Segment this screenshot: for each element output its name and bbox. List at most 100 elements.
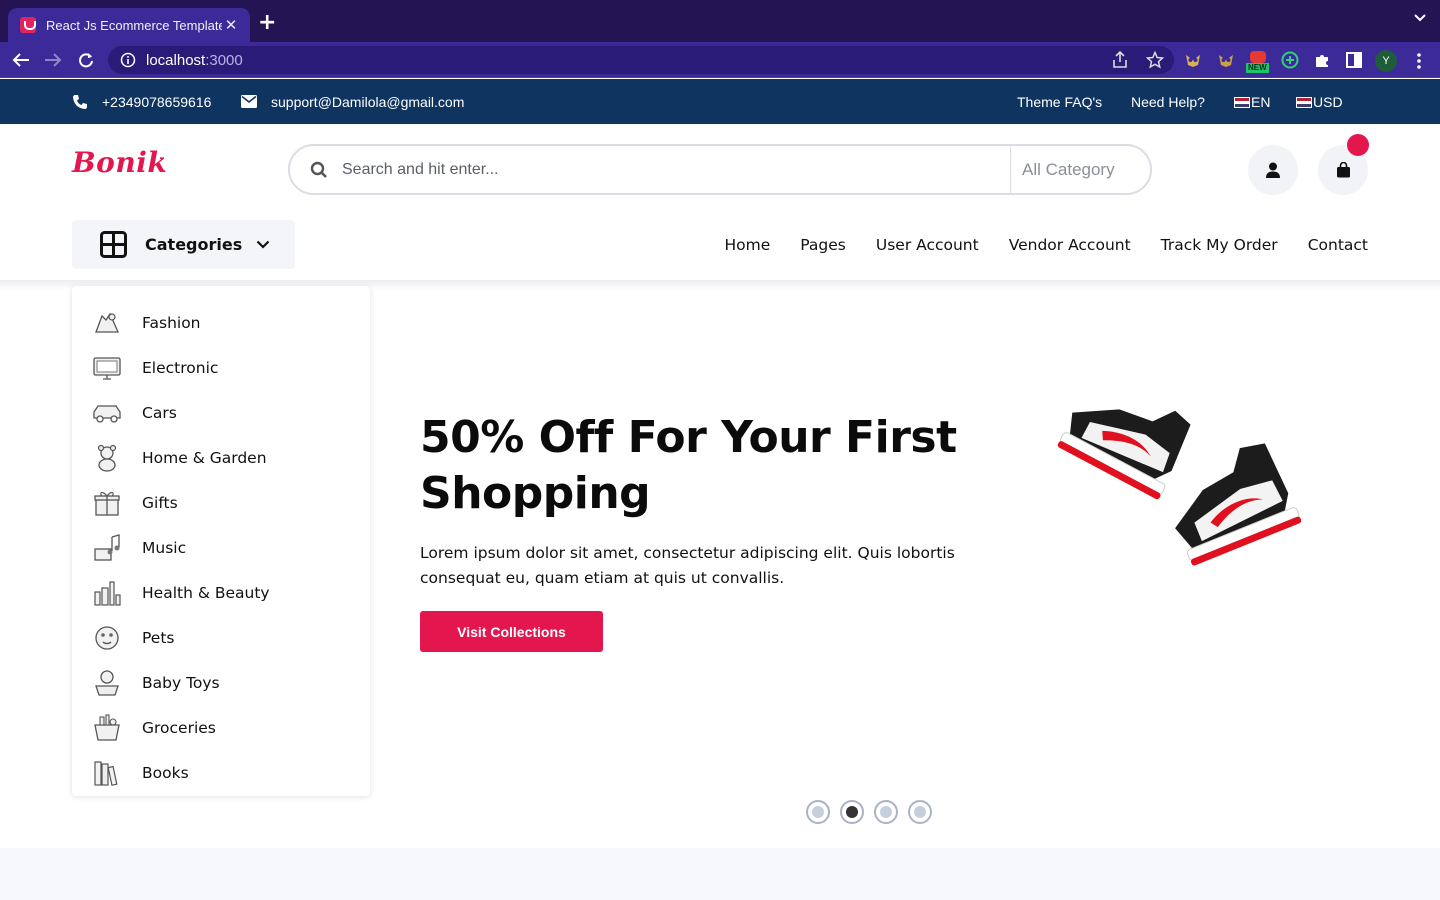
site-info-icon[interactable] [120,52,136,68]
site-logo[interactable]: Bonik [72,146,167,179]
category-item-health-beauty[interactable]: Health & Beauty [72,570,370,615]
extensions-puzzle-icon[interactable] [1313,51,1331,69]
grid-icon [100,231,127,258]
mail-icon [241,95,257,108]
gift-icon [94,491,120,516]
nav-home[interactable]: Home [724,236,770,254]
new-badge-label: NEW [1246,63,1269,73]
category-label: Music [142,538,187,557]
category-item-electronic[interactable]: Electronic [72,345,370,390]
top-info-bar: +2349078659616 support@Damilola@gmail.co… [0,79,1440,124]
browser-menu-icon[interactable] [1412,52,1426,70]
music-icon [94,533,120,561]
share-icon[interactable] [1112,51,1128,69]
bookmark-star-icon[interactable] [1146,51,1164,69]
category-item-books[interactable]: Books [72,750,370,795]
browser-tabstrip: React Js Ecommerce Template ✕ + [0,0,1440,42]
user-account-button[interactable] [1248,145,1298,195]
reload-icon[interactable] [75,49,97,71]
extension-green-icon[interactable] [1281,51,1299,69]
category-label: Groceries [142,718,216,737]
currency-selector[interactable]: USD [1296,94,1343,110]
language-flag-icon [1234,96,1250,108]
carousel-dot[interactable] [908,800,932,824]
category-item-pets[interactable]: Pets [72,615,370,660]
categories-label: Categories [145,235,243,254]
category-label: Health & Beauty [142,583,270,602]
category-label: Cars [142,403,177,422]
category-label: Home & Garden [142,448,267,467]
cart-count-badge [1347,134,1369,156]
phone-number: +2349078659616 [102,93,212,110]
category-label: Pets [142,628,175,647]
category-item-fashion[interactable]: Fashion [72,300,370,345]
address-bar[interactable]: localhost:3000 [108,46,1174,74]
next-section-background [0,848,1440,900]
side-panel-icon[interactable] [1345,51,1363,69]
tab-title: React Js Ecommerce Template [46,17,222,33]
new-tab-icon[interactable]: + [258,12,276,34]
email-contact[interactable]: support@Damilola@gmail.com [241,79,464,124]
teddy-bear-icon [97,444,117,472]
forward-icon[interactable] [42,49,64,71]
theme-faq-link[interactable]: Theme FAQ's [1017,94,1102,110]
groceries-icon [94,713,120,741]
url-port: :3000 [205,51,243,69]
category-item-cars[interactable]: Cars [72,390,370,435]
phone-icon [73,94,87,109]
beauty-icon [94,580,121,606]
fashion-icon [95,312,120,333]
category-label: Fashion [142,313,201,332]
phone-contact[interactable]: +2349078659616 [72,79,211,124]
category-item-home-garden[interactable]: Home & Garden [72,435,370,480]
nav-vendor-account[interactable]: Vendor Account [1009,236,1131,254]
extension-owl-2-icon[interactable] [1217,51,1235,69]
extension-red-icon [1250,51,1266,63]
url-host: localhost [146,51,206,69]
categories-button[interactable]: Categories [72,220,295,269]
need-help-link[interactable]: Need Help? [1131,94,1205,110]
carousel-dot-active[interactable] [840,800,864,824]
language-selector[interactable]: EN [1234,94,1270,110]
hero-title: 50% Off For Your First Shopping [420,412,957,519]
nav-contact[interactable]: Contact [1308,236,1368,254]
extension-owl-icon[interactable] [1184,51,1202,69]
category-label: Baby Toys [142,673,220,692]
books-icon [94,760,118,786]
tab-search-chevron-icon[interactable] [1414,14,1426,22]
sneakers-image [1057,409,1302,566]
extension-new-badge[interactable]: NEW [1246,50,1270,76]
visit-collections-button[interactable]: Visit Collections [420,611,603,652]
car-icon [93,404,121,423]
carousel-dot[interactable] [806,800,830,824]
nav-pages[interactable]: Pages [800,236,846,254]
electronic-icon [93,356,121,380]
category-item-baby-toys[interactable]: Baby Toys [72,660,370,705]
language-label: EN [1251,94,1271,110]
currency-flag-icon [1296,96,1312,108]
currency-label: USD [1313,94,1343,110]
category-item-music[interactable]: Music [72,525,370,570]
favicon-icon [20,17,36,33]
categories-menu: Fashion Electronic Cars Home & Garden Gi… [72,286,370,796]
search-icon[interactable] [310,161,328,179]
nav-track-my-order[interactable]: Track My Order [1161,236,1278,254]
category-item-groceries[interactable]: Groceries [72,705,370,750]
back-icon[interactable] [10,49,32,71]
profile-avatar[interactable]: Y [1375,50,1397,72]
category-label: Electronic [142,358,219,377]
category-label: Gifts [142,493,178,512]
nav-user-account[interactable]: User Account [876,236,979,254]
category-item-gifts[interactable]: Gifts [72,480,370,525]
carousel-dot[interactable] [874,800,898,824]
browser-tab[interactable]: React Js Ecommerce Template ✕ [8,8,250,42]
user-icon [1266,162,1280,178]
baby-toys-icon [95,669,119,696]
tab-close-icon[interactable]: ✕ [222,16,240,34]
search-category-select[interactable]: All Category [1010,146,1150,193]
shopping-bag-icon [1336,162,1350,178]
search-input[interactable] [342,154,982,185]
browser-toolbar: localhost:3000 NEW Y [0,42,1440,78]
category-label: Books [142,763,189,782]
pets-icon [95,625,119,650]
